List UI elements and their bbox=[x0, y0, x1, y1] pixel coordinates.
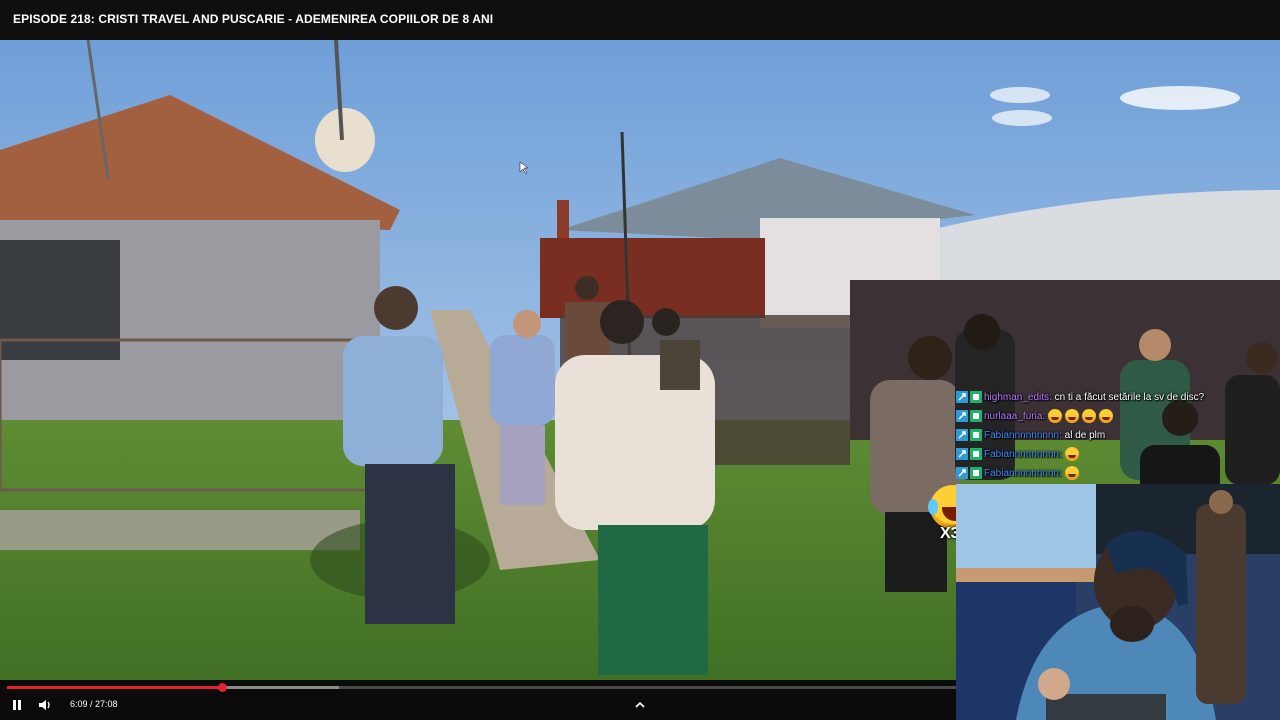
subscriber-badge-icon bbox=[956, 391, 968, 404]
chat-message: Fabiannnnnnnnn: bbox=[956, 445, 1280, 464]
laughing-emote-icon bbox=[1064, 447, 1079, 462]
chat-message: nurlaaa_furia: bbox=[956, 407, 1280, 426]
chat-text: cn ti a făcut setările la sv de disc? bbox=[1054, 392, 1205, 403]
chat-username[interactable]: Fabiannnnnnnnn: bbox=[984, 468, 1062, 479]
moderator-badge-icon bbox=[970, 410, 982, 423]
laughing-emote-icon bbox=[1047, 409, 1062, 424]
video-player[interactable]: highman_edits: cn ti a făcut setările la… bbox=[0, 40, 1280, 720]
chat-message: highman_edits: cn ti a făcut setările la… bbox=[956, 388, 1280, 407]
subscriber-badge-icon bbox=[956, 448, 968, 461]
chat-username[interactable]: nurlaaa_furia: bbox=[984, 411, 1045, 422]
chat-text: al de plm bbox=[1064, 430, 1106, 441]
laughing-emote-icon bbox=[1098, 409, 1113, 424]
subscriber-badge-icon bbox=[956, 429, 968, 442]
subscriber-badge-icon bbox=[956, 467, 968, 480]
laughing-emote-icon bbox=[1064, 466, 1079, 481]
chat-username[interactable]: Fabiannnnnnnnn: bbox=[984, 449, 1062, 460]
progress-thumb[interactable] bbox=[218, 683, 228, 692]
chat-username[interactable]: Fabiannnnnnnnn: bbox=[984, 430, 1062, 441]
title-bar: EPISODE 218: CRISTI TRAVEL AND PUSCARIE … bbox=[0, 0, 1280, 40]
chat-message: Fabiannnnnnnnn: bbox=[956, 464, 1280, 483]
moderator-badge-icon bbox=[970, 448, 982, 461]
progress-bar[interactable] bbox=[7, 683, 956, 692]
chat-username[interactable]: highman_edits: bbox=[984, 392, 1052, 403]
time-display: 6:09 / 27:08 bbox=[70, 699, 118, 709]
moderator-badge-icon bbox=[970, 391, 982, 404]
pause-icon[interactable] bbox=[10, 698, 24, 712]
chat-message: Fabiannnnnnnnn: al de plm bbox=[956, 426, 1280, 445]
laughing-emote-icon bbox=[1081, 409, 1096, 424]
player-controls: 6:09 / 27:08 bbox=[0, 680, 956, 720]
streamer-webcam bbox=[956, 484, 1280, 720]
moderator-badge-icon bbox=[970, 467, 982, 480]
chevron-up-icon[interactable] bbox=[634, 699, 646, 711]
moderator-badge-icon bbox=[970, 429, 982, 442]
laughing-emote-icon bbox=[1064, 409, 1079, 424]
progress-fill bbox=[7, 686, 223, 689]
video-title: EPISODE 218: CRISTI TRAVEL AND PUSCARIE … bbox=[13, 12, 494, 26]
subscriber-badge-icon bbox=[956, 410, 968, 423]
volume-icon[interactable] bbox=[38, 698, 52, 712]
